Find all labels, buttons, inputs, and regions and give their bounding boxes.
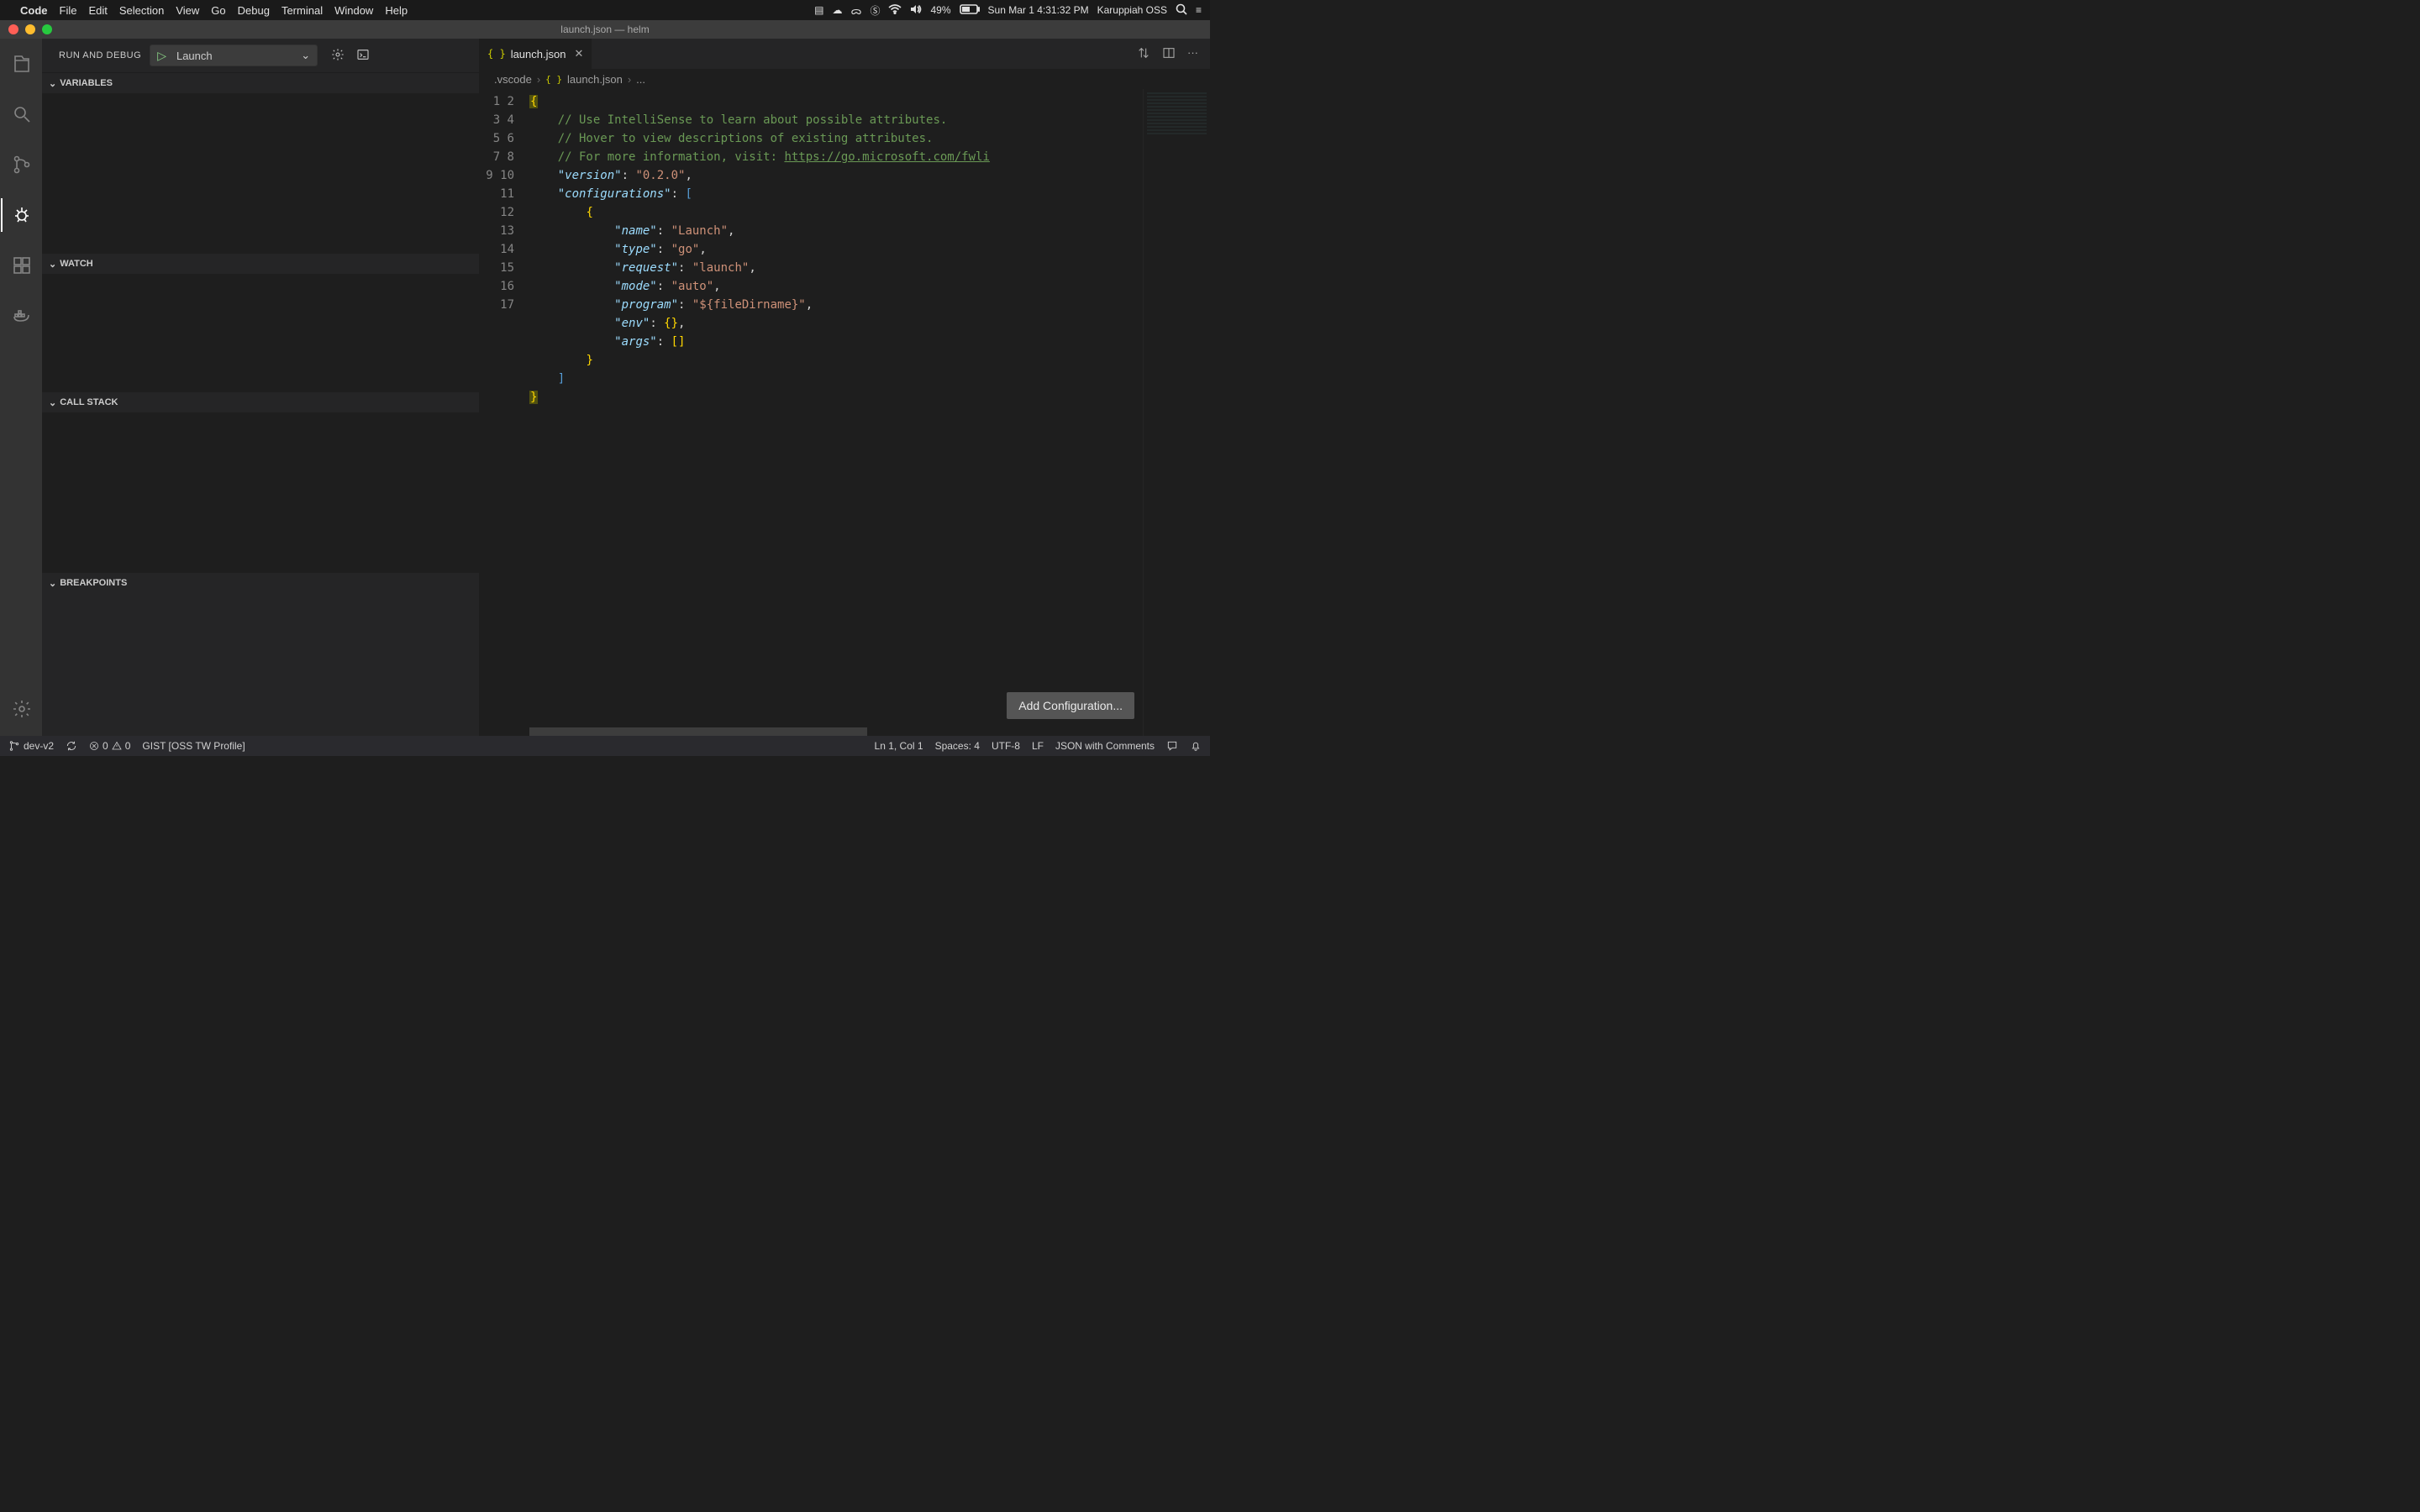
json-icon: { } [545,74,562,85]
add-configuration-button[interactable]: Add Configuration... [1007,692,1134,719]
tray-icon[interactable]: ▤ [814,4,823,16]
activity-settings[interactable] [1,692,41,726]
debug-config-name: Launch [173,50,294,62]
panel-breakpoints-label: BREAKPOINTS [60,578,127,588]
menubar-item-debug[interactable]: Debug [238,4,270,17]
panel-breakpoints-header[interactable]: ⌄ BREAKPOINTS [42,573,479,593]
menubar-item-file[interactable]: File [60,4,77,17]
status-feedback-icon[interactable] [1166,740,1178,752]
status-language-mode[interactable]: JSON with Comments [1055,740,1155,752]
activity-bar [0,39,42,736]
chevron-right-icon: › [628,73,631,86]
menubar-item-go[interactable]: Go [211,4,225,17]
gear-icon[interactable] [331,48,345,64]
activity-search[interactable] [1,97,41,131]
tray-icon[interactable]: ᯅ [851,3,862,18]
menubar-user[interactable]: Karuppiah OSS [1097,4,1167,16]
window-close-button[interactable] [8,24,18,34]
editor-tab[interactable]: { } launch.json ✕ [479,39,592,69]
status-cursor-position[interactable]: Ln 1, Col 1 [875,740,923,752]
activity-explorer[interactable] [1,47,41,81]
panel-callstack-label: CALL STACK [60,397,118,407]
wifi-icon[interactable] [888,4,902,17]
control-center-icon[interactable]: ≡ [1196,4,1202,16]
status-branch[interactable]: dev-v2 [8,740,54,752]
horizontal-scrollbar[interactable] [529,727,1143,736]
chevron-down-icon[interactable]: ⌄ [294,49,317,62]
panel-watch-body [42,274,479,391]
debug-console-icon[interactable] [356,48,370,64]
panel-watch-header[interactable]: ⌄ WATCH [42,254,479,274]
window-titlebar: launch.json — helm [0,20,1210,39]
activity-extensions[interactable] [1,249,41,282]
status-problems[interactable]: 0 0 [89,740,130,752]
code-content[interactable]: { // Use IntelliSense to learn about pos… [529,89,1143,736]
panel-callstack-body [42,412,479,572]
menubar-datetime[interactable]: Sun Mar 1 4:31:32 PM [988,4,1089,16]
window-zoom-button[interactable] [42,24,52,34]
macos-menubar: Code File Edit Selection View Go Debug T… [0,0,1210,20]
activity-run-debug[interactable] [1,198,41,232]
status-warnings-count: 0 [125,740,131,752]
spotlight-icon[interactable] [1176,3,1187,18]
chevron-down-icon: ⌄ [49,578,56,589]
statusbar: dev-v2 0 0 GIST [OSS TW Profile] Ln 1, C… [0,736,1210,756]
menubar-item-edit[interactable]: Edit [88,4,107,17]
status-branch-name: dev-v2 [24,740,54,752]
volume-icon[interactable] [910,4,922,17]
status-bell-icon[interactable] [1190,740,1202,752]
tab-filename: launch.json [511,48,566,60]
chevron-down-icon: ⌄ [49,259,56,270]
panel-variables-header[interactable]: ⌄ VARIABLES [42,73,479,93]
sidebar: RUN AND DEBUG ▷ Launch ⌄ ⌄ VARIABLES [42,39,479,736]
close-icon[interactable]: ✕ [571,47,583,60]
status-errors-count: 0 [103,740,108,752]
split-editor-icon[interactable] [1162,46,1176,62]
panel-variables-body [42,93,479,253]
chevron-down-icon: ⌄ [49,78,56,89]
battery-icon[interactable] [960,4,980,17]
debug-config-picker[interactable]: ▷ Launch ⌄ [150,45,318,66]
status-sync[interactable] [66,740,77,752]
breadcrumb-trail[interactable]: ... [636,73,645,86]
status-eol[interactable]: LF [1032,740,1044,752]
window-minimize-button[interactable] [25,24,35,34]
menubar-app[interactable]: Code [20,4,48,17]
chevron-right-icon: › [537,73,540,86]
status-encoding[interactable]: UTF-8 [992,740,1020,752]
status-indentation[interactable]: Spaces: 4 [935,740,980,752]
menubar-item-window[interactable]: Window [334,4,373,17]
breadcrumb-file[interactable]: launch.json [567,73,623,86]
panel-variables-label: VARIABLES [60,78,113,88]
menubar-item-view[interactable]: View [176,4,199,17]
compare-icon[interactable] [1137,46,1150,62]
sidebar-title: RUN AND DEBUG [50,50,141,60]
menubar-item-selection[interactable]: Selection [119,4,164,17]
activity-docker[interactable] [1,299,41,333]
minimap[interactable] [1143,89,1210,736]
editor: { } launch.json ✕ ··· .vscode › { } laun… [479,39,1210,736]
status-gist[interactable]: GIST [OSS TW Profile] [142,740,245,752]
menubar-item-terminal[interactable]: Terminal [281,4,323,17]
more-icon[interactable]: ··· [1187,46,1198,62]
activity-source-control[interactable] [1,148,41,181]
start-debug-icon[interactable]: ▷ [150,49,173,63]
tray-icon[interactable]: Ⓢ [870,3,880,18]
panel-watch-label: WATCH [60,259,93,269]
line-number-gutter[interactable]: 1 2 3 4 5 6 7 8 9 10 11 12 13 14 15 16 1… [479,89,529,736]
window-title: launch.json — helm [560,24,649,35]
breadcrumb-folder[interactable]: .vscode [494,73,532,86]
json-icon: { } [487,48,506,60]
panel-callstack-header[interactable]: ⌄ CALL STACK [42,392,479,412]
breadcrumbs[interactable]: .vscode › { } launch.json › ... [479,69,1210,89]
menubar-item-help[interactable]: Help [385,4,408,17]
chevron-down-icon: ⌄ [49,397,56,408]
tray-icon[interactable]: ☁ [833,4,843,16]
battery-percent: 49% [930,4,950,16]
